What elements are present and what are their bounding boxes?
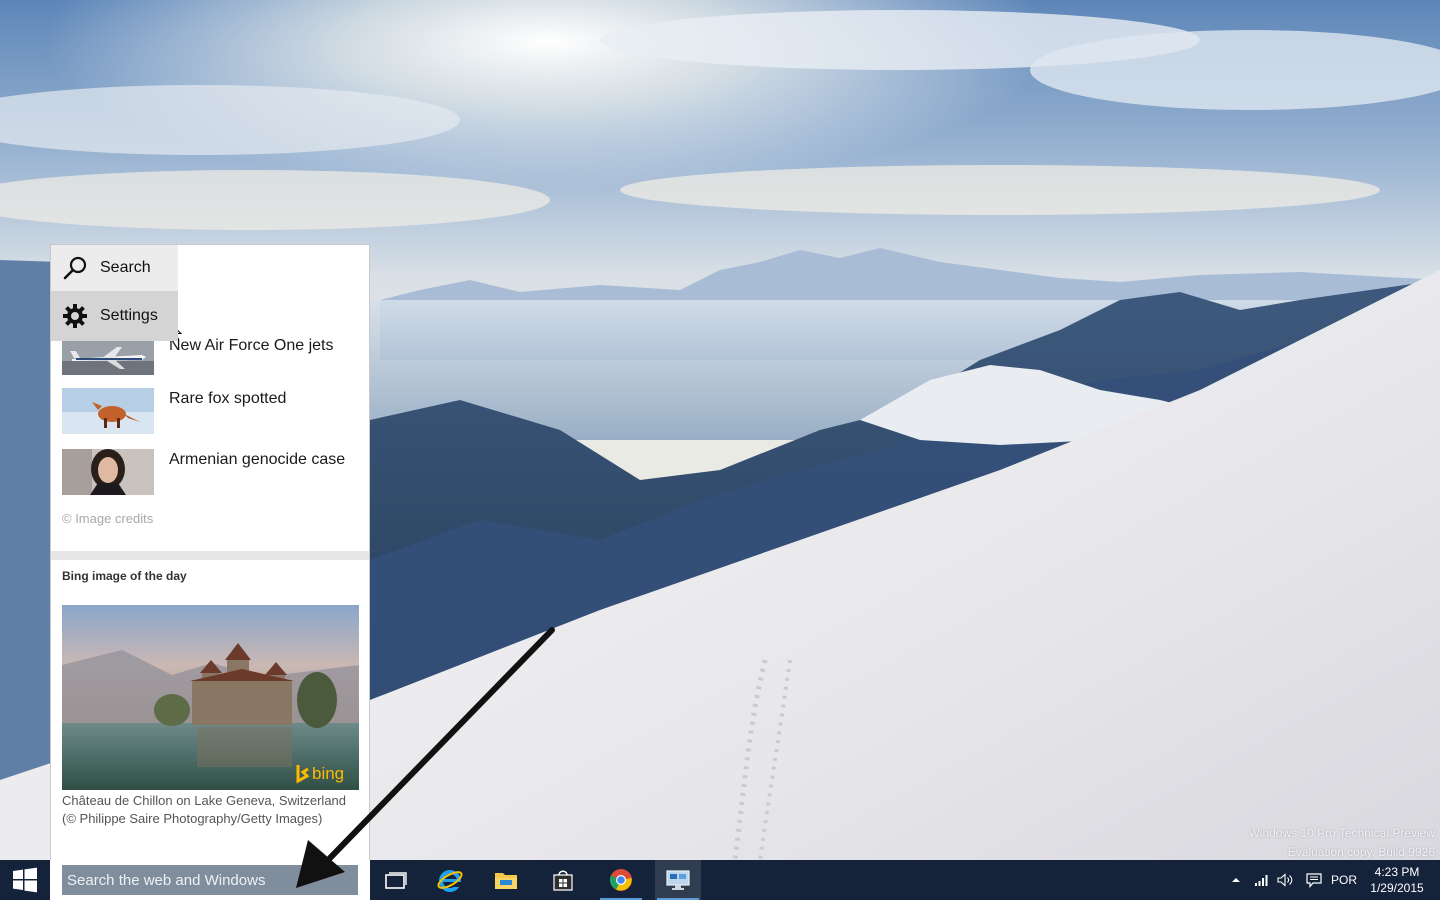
network-signal-icon — [1255, 875, 1268, 886]
start-button[interactable] — [0, 860, 50, 900]
notification-icon — [1306, 872, 1322, 888]
airplane-thumbnail — [62, 339, 154, 375]
taskbar-search-box — [50, 860, 370, 900]
store-icon — [553, 870, 573, 891]
gear-icon — [63, 304, 87, 328]
file-explorer-button[interactable] — [483, 860, 529, 900]
chrome-icon — [609, 869, 632, 891]
menu-item-label: Settings — [100, 307, 158, 324]
task-view-icon — [385, 872, 407, 889]
woman-portrait-thumbnail — [62, 449, 154, 495]
clock-date: 1/29/2015 — [1370, 881, 1424, 895]
menu-item-settings[interactable]: Settings — [51, 291, 178, 341]
watermark-edition: Windows 10 Pro Technical Preview — [1248, 826, 1435, 840]
panel-divider — [51, 551, 369, 560]
chrome-button[interactable] — [598, 860, 644, 900]
volume-tray-button[interactable] — [1276, 860, 1296, 900]
show-hidden-icons-button[interactable] — [1228, 860, 1244, 900]
bing-image-caption: Château de Chillon on Lake Geneva, Switz… — [62, 793, 347, 826]
chevron-up-icon — [1232, 878, 1240, 882]
news-title: Armenian genocide case — [169, 451, 346, 468]
remote-desktop-icon — [666, 870, 690, 890]
fox-in-snow-thumbnail — [62, 388, 154, 434]
clock[interactable]: 4:23 PM 1/29/2015 — [1364, 864, 1430, 896]
file-explorer-icon — [495, 873, 517, 889]
speaker-icon — [1277, 873, 1293, 887]
windows-logo-icon — [13, 867, 37, 893]
store-button[interactable] — [540, 860, 586, 900]
remote-desktop-button[interactable] — [655, 860, 701, 900]
task-view-button[interactable] — [373, 860, 419, 900]
bing-image-of-the-day[interactable]: bing — [62, 605, 359, 790]
search-panel: Search Settings New Air Force One jets R… — [50, 244, 370, 860]
input-language-indicator[interactable]: POR — [1328, 860, 1360, 900]
svg-text:bing: bing — [312, 764, 344, 783]
watermark-build: Evaluation copy. Build 9926 — [1287, 845, 1435, 859]
internet-explorer-button[interactable] — [427, 860, 473, 900]
clock-time: 4:23 PM — [1374, 865, 1420, 879]
action-center-button[interactable] — [1303, 860, 1325, 900]
menu-item-label: Search — [100, 259, 151, 276]
bing-image-heading: Bing image of the day — [62, 569, 187, 583]
internet-explorer-icon — [437, 870, 463, 892]
news-item-rare-fox[interactable]: Rare fox spotted — [62, 388, 362, 434]
news-item-armenian-genocide[interactable]: Armenian genocide case — [62, 449, 362, 495]
image-credits-link[interactable]: © Image credits — [62, 511, 153, 526]
network-tray-button[interactable] — [1252, 860, 1272, 900]
news-title: New Air Force One jets — [169, 337, 334, 354]
search-input[interactable] — [62, 865, 358, 895]
taskbar: POR 4:23 PM 1/29/2015 — [0, 860, 1440, 900]
menu-item-search[interactable]: Search — [51, 245, 178, 291]
magnifier-icon — [63, 256, 87, 280]
news-title: Rare fox spotted — [169, 390, 287, 407]
